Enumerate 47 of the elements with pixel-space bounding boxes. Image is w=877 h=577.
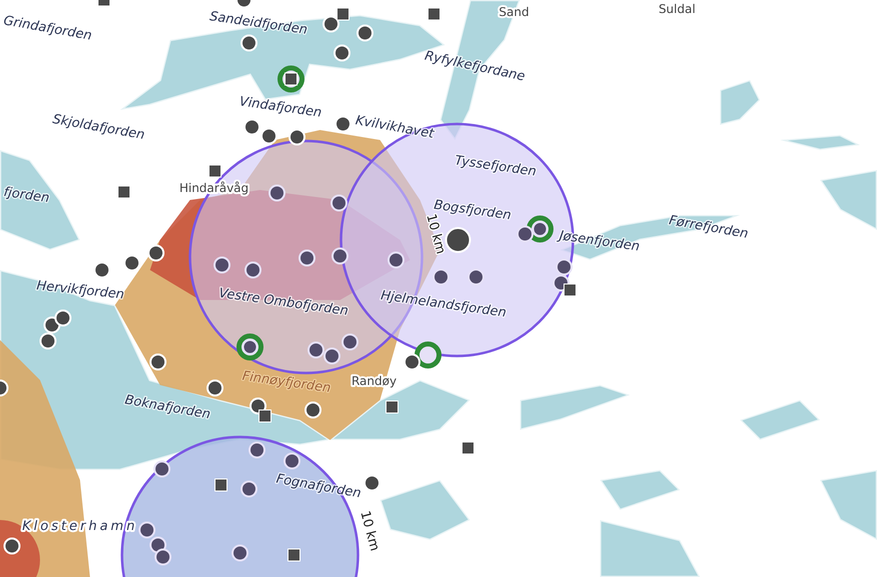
- location-dot-icon[interactable]: [268, 184, 286, 202]
- location-dot-icon[interactable]: [332, 248, 348, 264]
- fjord-label: fjorden: [2, 184, 50, 206]
- square-marker-icon[interactable]: [462, 442, 474, 454]
- distance-label: 10 km: [356, 509, 382, 553]
- square-marker-icon[interactable]: [428, 8, 440, 20]
- location-dot-icon[interactable]: [432, 268, 450, 286]
- ring-marker-icon[interactable]: [236, 334, 264, 360]
- water-area: [818, 168, 877, 232]
- ring-marker-icon[interactable]: [278, 66, 304, 92]
- square-marker-icon[interactable]: [288, 548, 300, 562]
- square-marker-icon[interactable]: [336, 8, 350, 20]
- location-dot-icon[interactable]: [556, 258, 572, 276]
- fjord-label: Vestre Ombofjorden: [218, 286, 350, 320]
- location-dot-icon[interactable]: [342, 334, 358, 350]
- place-label: Sand: [498, 5, 530, 19]
- fjord-label: Finnøyfjorden: [241, 368, 332, 396]
- ring-marker-icon[interactable]: [414, 342, 442, 368]
- square-marker-icon[interactable]: [208, 164, 222, 178]
- location-dot-icon[interactable]: [324, 348, 340, 364]
- square-marker-icon[interactable]: [214, 478, 228, 492]
- square-marker-icon[interactable]: [118, 186, 130, 198]
- location-dot-icon[interactable]: [240, 480, 258, 498]
- location-dot-icon[interactable]: [284, 452, 300, 470]
- location-dot-icon[interactable]: [138, 522, 156, 538]
- location-dot-icon[interactable]: [244, 262, 262, 278]
- location-dot-icon[interactable]: [468, 268, 484, 286]
- location-dot-icon[interactable]: [214, 256, 230, 274]
- fjord-label: Vindafjorden: [238, 94, 323, 121]
- fjord-label: Tyssefjorden: [454, 153, 538, 180]
- location-dot-icon[interactable]: [232, 544, 248, 562]
- fjord-label: Hervikfjorden: [36, 278, 125, 303]
- fjord-label: Jøsenfjorden: [558, 228, 641, 255]
- place-label: Suldal: [658, 2, 696, 16]
- square-marker-icon[interactable]: [98, 0, 110, 6]
- location-dot-icon[interactable]: [308, 342, 324, 358]
- location-dot-icon[interactable]: [388, 252, 404, 268]
- location-dot-icon[interactable]: [298, 250, 316, 266]
- square-marker-icon[interactable]: [564, 284, 576, 296]
- location-dot-icon[interactable]: [248, 442, 266, 458]
- square-marker-icon[interactable]: [258, 410, 272, 422]
- location-dot-icon[interactable]: [154, 548, 172, 566]
- location-dot-icon[interactable]: [516, 226, 534, 242]
- water-area: [718, 78, 762, 127]
- location-dot-icon[interactable]: [330, 194, 348, 212]
- location-dot-icon[interactable]: [154, 460, 170, 478]
- square-marker-icon[interactable]: [386, 400, 398, 414]
